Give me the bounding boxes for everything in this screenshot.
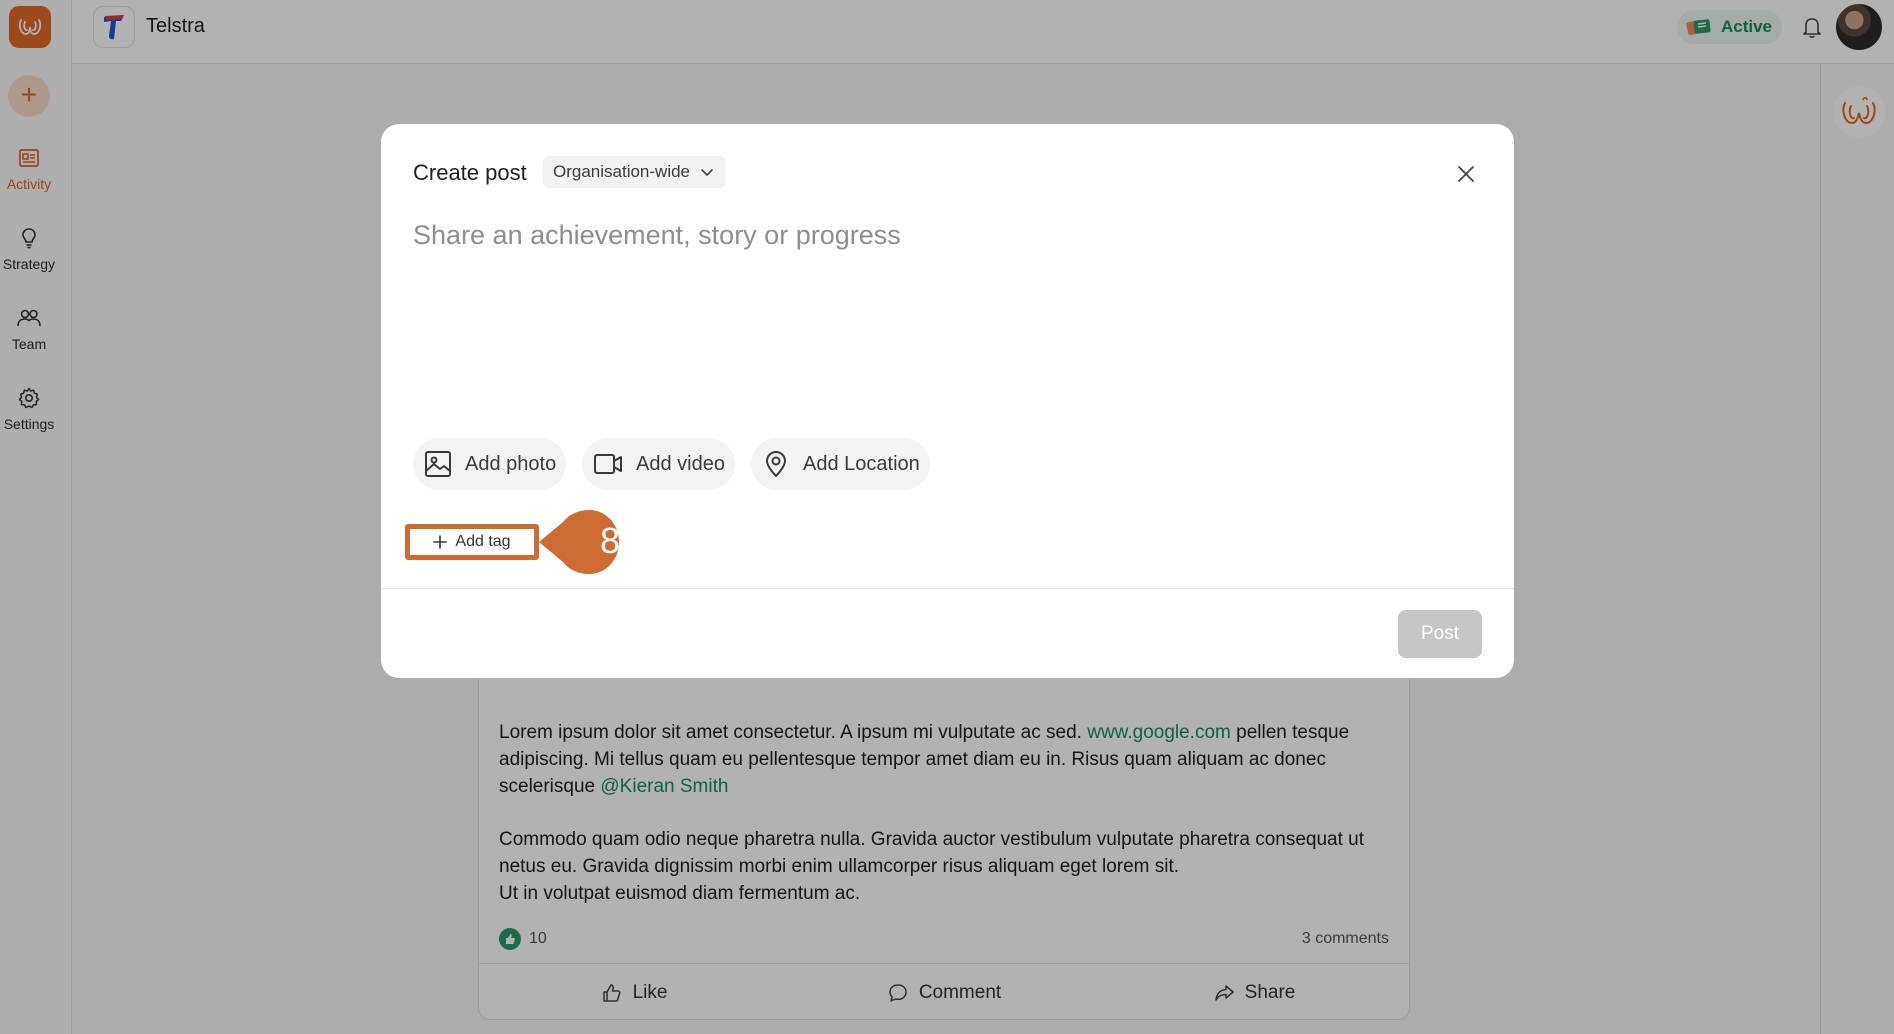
post-button[interactable]: Post [1398,610,1482,658]
visibility-value: Organisation-wide [553,162,691,181]
visibility-dropdown[interactable]: Organisation-wide [543,156,727,188]
step-number: 8 [599,520,621,561]
location-pin-icon [766,451,786,477]
close-icon[interactable] [1454,162,1478,186]
add-photo-button[interactable]: Add photo [413,438,567,490]
chevron-down-icon [701,169,713,176]
add-photo-label: Add photo [465,452,557,475]
plus-icon [433,535,448,549]
post-text-input[interactable] [413,220,1473,440]
add-tag-label: Add tag [455,533,511,550]
add-tag-button[interactable]: Add tag [405,524,539,560]
create-post-dialog: Create post Organisation-wide Add photo … [381,124,1514,678]
add-location-button[interactable]: Add Location [751,438,930,490]
add-video-button[interactable]: Add video [582,438,735,490]
add-video-label: Add video [636,452,725,475]
divider [381,588,1514,589]
dialog-title: Create post [413,160,527,185]
video-icon [594,454,622,474]
add-location-label: Add Location [803,452,920,475]
image-icon [425,451,451,477]
